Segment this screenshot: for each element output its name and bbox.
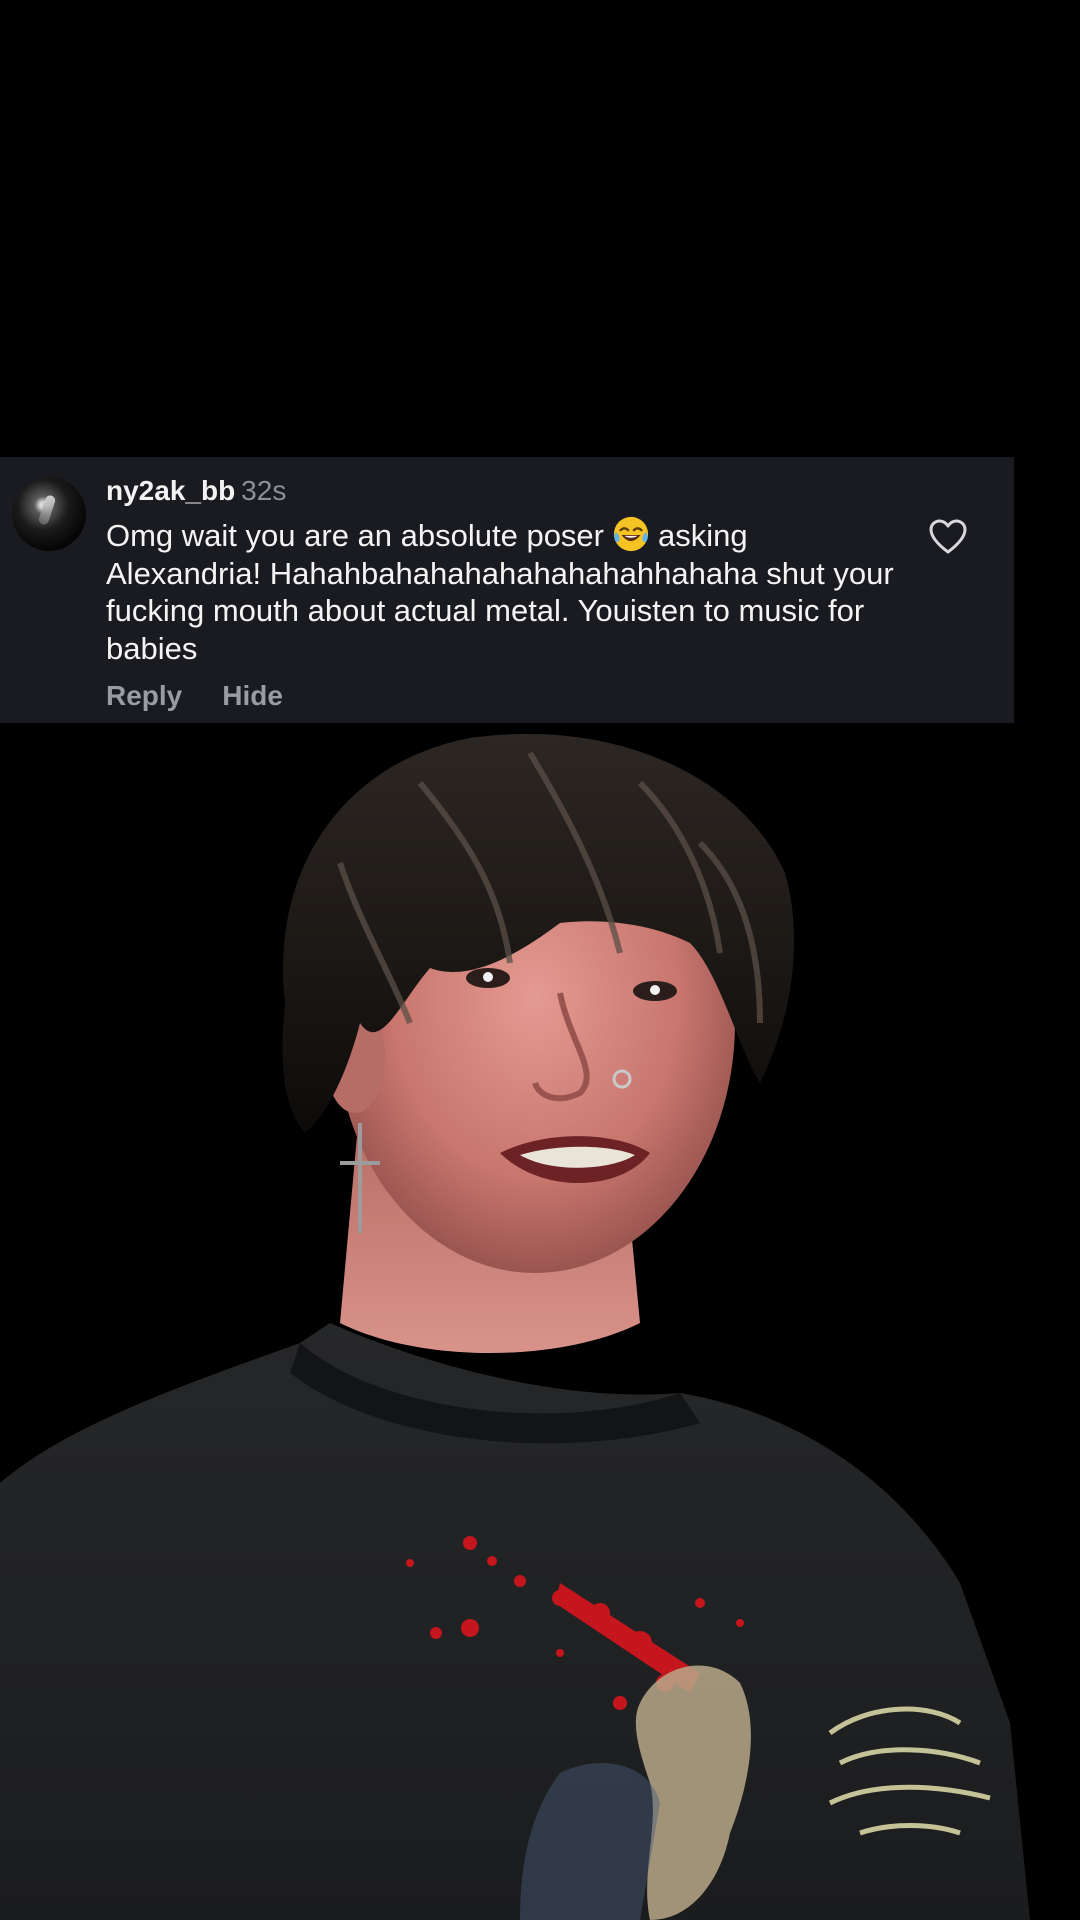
comment-actions: Reply Hide — [106, 682, 283, 710]
username[interactable]: ny2ak_bb — [106, 475, 235, 506]
video-frame — [0, 733, 1030, 1920]
comment-text-part: Alexandria! Hahahbahahahahahahahahhahaha… — [106, 555, 894, 666]
reply-button[interactable]: Reply — [106, 680, 182, 711]
avatar[interactable] — [12, 477, 86, 551]
video-screen: ny2ak_bb 32s Omg wait you are an absolute… — [0, 0, 1080, 1920]
comment-header: ny2ak_bb 32s — [106, 477, 286, 505]
hide-button[interactable]: Hide — [222, 680, 283, 711]
comment-text: Omg wait you are an absolute poser askin… — [106, 515, 896, 667]
face-with-tears-of-joy-icon — [613, 516, 649, 552]
comment-text-part: Omg wait you are an absolute poser — [106, 518, 604, 553]
comment-card: ny2ak_bb 32s Omg wait you are an absolute… — [0, 457, 1014, 723]
timestamp: 32s — [241, 475, 287, 506]
comment-text-part: asking — [658, 518, 748, 553]
heart-outline-icon[interactable] — [928, 518, 968, 556]
